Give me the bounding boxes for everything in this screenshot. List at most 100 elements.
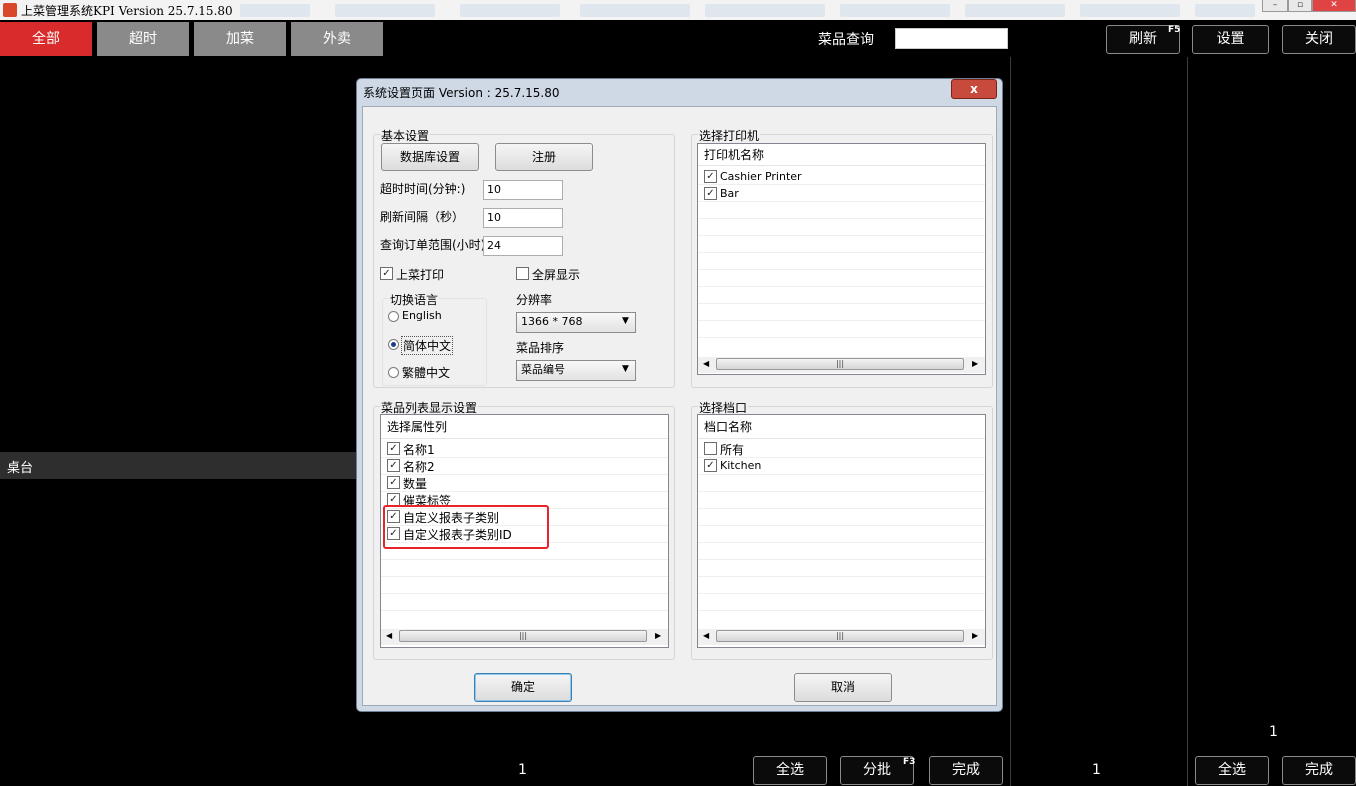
scrollbar-thumb[interactable]: ||| [716,358,964,370]
resolution-value: 1366 * 768 [521,315,583,328]
scroll-left-icon[interactable]: ◀ [703,631,709,640]
printer-name: Cashier Printer [720,170,802,183]
scroll-right-icon[interactable]: ▶ [655,631,661,640]
ok-button[interactable]: 确定 [474,673,572,702]
scroll-left-icon[interactable]: ◀ [703,359,709,368]
minimize-button[interactable]: – [1262,0,1288,12]
scroll-right-icon[interactable]: ▶ [972,631,978,640]
refresh-shortcut-badge: F5 [1168,25,1181,35]
basic-settings-label: 基本设置 [380,127,431,144]
cancel-button[interactable]: 取消 [794,673,892,702]
annotation-highlight-box [383,505,549,549]
page-number: 1 [1269,724,1278,740]
app-logo-icon [3,3,17,17]
scrollbar-thumb[interactable]: ||| [399,630,647,642]
row-divider [698,491,985,492]
printer-name: Bar [720,187,739,200]
panel-divider [1010,57,1011,786]
station-list-header: 档口名称 [698,415,985,439]
timeout-label: 超时时间(分钟:) [380,182,466,196]
radio-english-label: English [402,309,442,322]
page-number: 1 [518,762,527,778]
row-divider [698,610,985,611]
table-label: 桌台 [7,461,34,476]
radio-traditional-chinese-label: 繁體中文 [402,366,451,380]
query-range-input[interactable]: 24 [483,236,563,256]
settings-button[interactable]: 设置 [1192,25,1269,54]
scroll-right-icon[interactable]: ▶ [972,359,978,368]
row-divider [698,218,985,219]
row-divider [698,593,985,594]
row-divider [381,610,668,611]
refresh-interval-label: 刷新间隔（秒） [380,210,465,224]
language-label: 切换语言 [389,291,440,308]
attribute-name: 数量 [403,477,428,491]
serve-print-label: 上菜打印 [396,268,445,282]
station-checkbox[interactable]: ✓ [704,459,717,472]
maximize-button[interactable]: ▫ [1288,0,1312,12]
select-all-button[interactable]: 全选 [1195,756,1269,785]
radio-traditional-chinese[interactable] [388,367,399,378]
printer-checkbox[interactable]: ✓ [704,170,717,183]
fullscreen-label: 全屏显示 [532,268,581,282]
station-checkbox[interactable] [704,442,717,455]
done-button[interactable]: 完成 [929,756,1003,785]
radio-simplified-chinese[interactable] [388,339,399,350]
tab-takeout[interactable]: 外卖 [291,22,383,56]
dish-search-label: 菜品查询 [818,32,874,48]
row-divider [381,576,668,577]
background-taskbar-item [460,4,560,17]
split-shortcut-badge: F3 [903,757,916,767]
dish-sort-select[interactable]: 菜品编号 [516,360,636,381]
row-divider [698,542,985,543]
background-taskbar-item [335,4,435,17]
panel-divider [1187,57,1188,786]
background-taskbar-item [965,4,1065,17]
background-taskbar-item [240,4,310,17]
window-title: 上菜管理系统KPI Version 25.7.15.80 [21,4,233,18]
row-divider [698,337,985,338]
dialog-close-button[interactable]: x [951,79,997,99]
refresh-interval-input[interactable]: 10 [483,208,563,228]
tab-all[interactable]: 全部 [0,22,92,56]
attribute-name: 名称2 [403,460,435,474]
scrollbar-thumb[interactable]: ||| [716,630,964,642]
attribute-checkbox[interactable]: ✓ [387,476,400,489]
scroll-left-icon[interactable]: ◀ [386,631,392,640]
tab-add-dish[interactable]: 加菜 [194,22,286,56]
timeout-input[interactable]: 10 [483,180,563,200]
close-button[interactable]: 关闭 [1282,25,1356,54]
done-button[interactable]: 完成 [1282,756,1356,785]
select-all-button[interactable]: 全选 [753,756,827,785]
row-divider [698,286,985,287]
attribute-checkbox[interactable]: ✓ [387,459,400,472]
row-divider [698,474,985,475]
row-divider [698,576,985,577]
attribute-name: 名称1 [403,443,435,457]
row-divider [698,525,985,526]
row-divider [381,593,668,594]
attribute-checkbox[interactable]: ✓ [387,442,400,455]
row-divider [698,303,985,304]
serve-print-checkbox[interactable]: ✓ [380,267,393,280]
station-name: 所有 [720,443,745,457]
row-divider [698,559,985,560]
page-number: 1 [1092,762,1101,778]
dish-search-input[interactable] [895,28,1008,49]
attribute-list-header: 选择属性列 [381,415,668,439]
tab-timeout[interactable]: 超时 [97,22,189,56]
printer-checkbox[interactable]: ✓ [704,187,717,200]
background-taskbar-item [840,4,950,17]
station-name: Kitchen [720,459,762,472]
fullscreen-checkbox[interactable] [516,267,529,280]
register-button[interactable]: 注册 [495,143,593,171]
window-close-button[interactable]: ✕ [1312,0,1356,12]
dish-sort-value: 菜品编号 [521,363,565,376]
database-settings-button[interactable]: 数据库设置 [381,143,479,171]
chevron-down-icon: ▼ [622,316,629,326]
background-taskbar-item [1080,4,1180,17]
resolution-select[interactable]: 1366 * 768 [516,312,636,333]
dialog-title: 系统设置页面 Version : 25.7.15.80 [363,86,560,100]
radio-english[interactable] [388,311,399,322]
radio-simplified-chinese-label: 简体中文 [401,336,454,355]
